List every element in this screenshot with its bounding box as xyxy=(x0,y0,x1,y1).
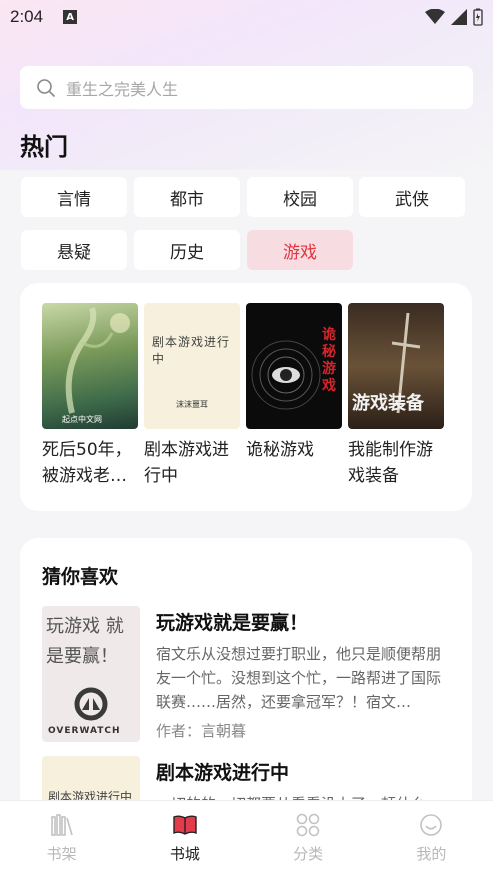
cover-title: 游戏装备 xyxy=(352,393,424,414)
cover-title: 诡秘游戏 xyxy=(322,327,336,394)
search-placeholder: 重生之完美人生 xyxy=(66,79,179,99)
notification-icon: A xyxy=(63,10,78,24)
tag-urban[interactable]: 都市 xyxy=(134,177,240,217)
cover-logo: OVERWATCH xyxy=(48,726,121,736)
status-bar: 2:04 A xyxy=(0,0,493,34)
book-title: 我能制作游戏装备 xyxy=(348,440,433,486)
book-item[interactable]: 剧本游戏进行中 沫沫噩耳 剧本游戏进行中 xyxy=(144,303,240,489)
battery-icon xyxy=(473,8,483,26)
publisher-label: 起点中文网 xyxy=(62,415,102,424)
tag-mystery[interactable]: 悬疑 xyxy=(21,230,127,270)
tab-profile[interactable]: 我的 xyxy=(370,801,493,876)
book-item[interactable]: 起点中文网 死后50年，被游戏老… xyxy=(42,303,138,489)
hot-books-card: 起点中文网 死后50年，被游戏老… 剧本游戏进行中 沫沫噩耳 剧本游戏进行中 诡… xyxy=(20,283,472,511)
book-cover: 剧本游戏进行中 沫沫噩耳 xyxy=(144,303,240,429)
bottom-tab-bar: 书架 书城 分类 我的 xyxy=(0,800,493,876)
dragon-cover-art xyxy=(65,307,130,414)
guess-card: 猜你喜欢 玩游戏 就是要赢！ OVERWATCH 玩游戏就是要赢！ 宿文乐从没想… xyxy=(20,538,472,838)
book-item[interactable]: 游戏装备 我能制作游戏装备 xyxy=(348,303,444,489)
rec-book-title[interactable]: 玩游戏就是要赢！ xyxy=(156,608,308,635)
rec-book-desc: 宿文乐从没想过要打职业，他只是顺便帮朋友一个忙。没想到这个忙，一路帮进了国际联赛… xyxy=(156,645,442,711)
tag-wuxia[interactable]: 武侠 xyxy=(359,177,465,217)
cover-title: 剧本游戏进行中 xyxy=(152,335,231,366)
search-input[interactable]: 重生之完美人生 xyxy=(20,66,473,109)
tab-bookstore[interactable]: 书城 xyxy=(123,801,246,876)
bookshelf-icon xyxy=(50,814,73,836)
rec-book-author: 作者：言朝暮 xyxy=(156,722,247,740)
book-cover: 诡秘游戏 xyxy=(246,303,342,429)
overwatch-logo-icon xyxy=(74,687,108,721)
tab-label: 书城 xyxy=(169,845,200,863)
profile-icon xyxy=(420,814,443,836)
tag-romance[interactable]: 言情 xyxy=(21,177,127,217)
tag-history[interactable]: 历史 xyxy=(134,230,240,270)
tab-label: 分类 xyxy=(293,845,324,863)
book-title: 死后50年，被游戏老… xyxy=(42,440,132,486)
guess-section-title: 猜你喜欢 xyxy=(42,566,119,588)
cover-author: 沫沫噩耳 xyxy=(176,400,208,409)
book-title: 剧本游戏进行中 xyxy=(144,440,229,486)
book-cover: 游戏装备 xyxy=(348,303,444,429)
book-cover: 起点中文网 xyxy=(42,303,138,429)
tab-bookshelf[interactable]: 书架 xyxy=(0,801,123,876)
book-title: 诡秘游戏 xyxy=(246,440,314,460)
category-icon xyxy=(296,813,320,837)
search-icon xyxy=(37,78,55,97)
book-item[interactable]: 诡秘游戏 诡秘游戏 xyxy=(246,303,342,463)
tag-game[interactable]: 游戏 xyxy=(247,230,353,270)
hot-section-title: 热门 xyxy=(20,133,68,161)
wifi-icon xyxy=(425,9,445,24)
tag-campus[interactable]: 校园 xyxy=(247,177,353,217)
bookstore-icon xyxy=(173,815,197,835)
rec-book-title[interactable]: 剧本游戏进行中 xyxy=(156,758,289,785)
status-time: 2:04 xyxy=(10,7,44,26)
tab-category[interactable]: 分类 xyxy=(247,801,370,876)
signal-icon xyxy=(451,9,467,25)
tab-label: 书架 xyxy=(46,845,77,863)
rec-book-cover[interactable]: 玩游戏 就是要赢！ OVERWATCH xyxy=(42,606,140,742)
tab-label: 我的 xyxy=(416,845,447,863)
